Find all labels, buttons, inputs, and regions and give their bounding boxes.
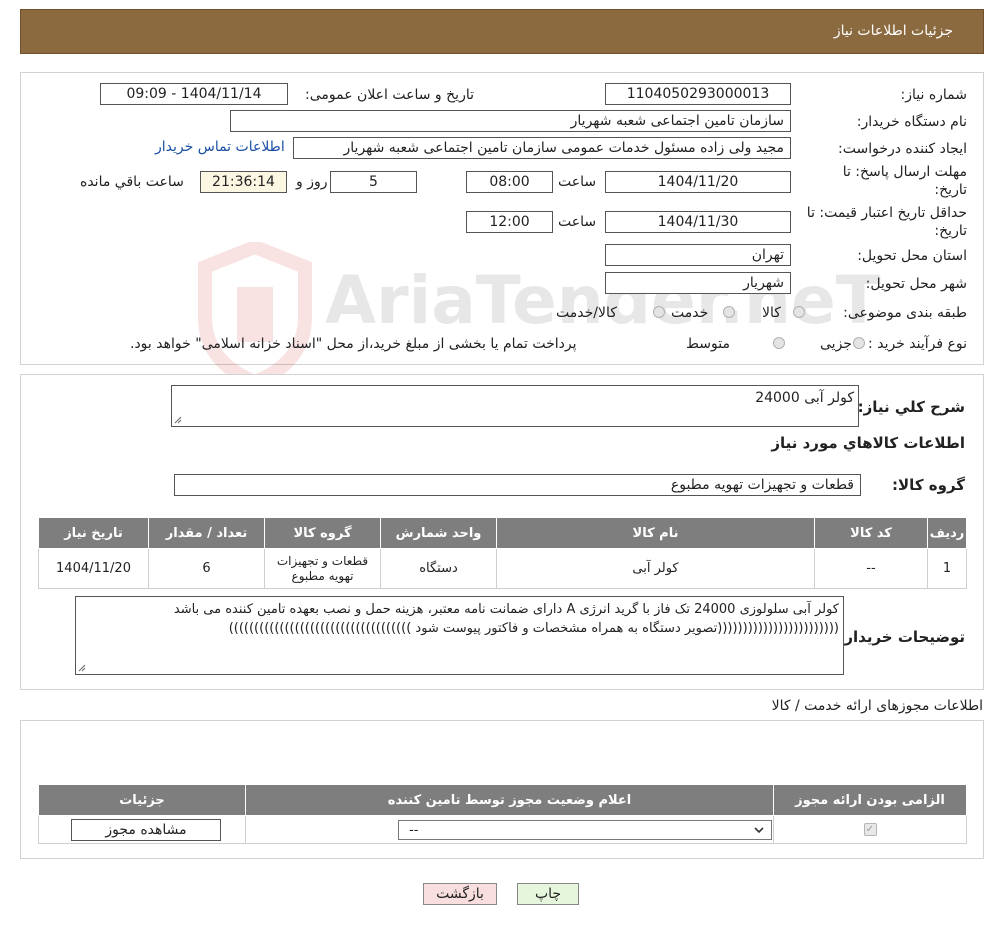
category-option-goods: کالا [762, 305, 781, 321]
permit-required-checkbox[interactable]: ✓ [863, 823, 877, 836]
resize-handle-icon[interactable] [78, 664, 86, 672]
reply-hour-label: ساعت [558, 174, 597, 190]
col-name: نام کالا [496, 517, 815, 549]
permit-required-cell: ✓ [773, 815, 967, 844]
cell-group: قطعات و تجهیزات تهویه مطبوع [264, 548, 381, 589]
buyer-notes-line-2: ((((((((((((((((((((((((تصویر دستگاه به … [228, 621, 839, 636]
table-row: ✓ -- مشاهده مجوز [38, 815, 967, 844]
announce-date-field: 1404/11/14 - 09:09 [100, 83, 288, 105]
resize-handle-icon[interactable] [174, 416, 182, 424]
city-field: شهریار [605, 272, 791, 294]
col-date: تاریخ نیاز [38, 517, 149, 549]
requester-label: ایجاد کننده درخواست: [838, 141, 967, 157]
view-permit-button[interactable]: مشاهده مجوز [71, 818, 221, 841]
summary-text: کولر آبی 24000 [755, 390, 854, 406]
cell-name: کولر آبی [496, 548, 815, 589]
validity-time-field: 12:00 [466, 211, 553, 233]
permit-details-cell: مشاهده مجوز [38, 815, 246, 844]
need-number-label: شماره نیاز: [900, 87, 968, 103]
process-radio-medium[interactable] [773, 337, 785, 349]
need-number-field: 1104050293000013 [605, 83, 791, 105]
buyer-org-label: نام دستگاه خریدار: [856, 114, 967, 130]
category-option-goods-service: کالا/خدمت [556, 305, 617, 321]
buyer-contact-link[interactable]: اطلاعات تماس خریدار [155, 139, 285, 155]
col-group: گروه کالا [264, 517, 381, 549]
validity-date-field: 1404/11/30 [605, 211, 791, 233]
price-validity-label-2: تاریخ: [934, 223, 967, 239]
province-field: تهران [605, 244, 791, 266]
goods-group-field: قطعات و تجهیزات تهویه مطبوع [174, 474, 861, 496]
reply-deadline-label: مهلت ارسال پاسخ: تا [842, 164, 967, 180]
col-permit-details: جزئیات [38, 784, 246, 816]
watermark-text: AriaTender.neT [325, 262, 881, 339]
cell-code: -- [814, 548, 928, 589]
col-unit: واحد شمارش [380, 517, 497, 549]
process-option-minor: جزیی [820, 336, 852, 352]
day-and-label: روز و [296, 174, 328, 190]
process-note: پرداخت تمام یا بخشی از مبلغ خرید،از محل … [130, 336, 577, 352]
cell-date: 1404/11/20 [38, 548, 149, 589]
buyer-org-field: سازمان تامین اجتماعی شعبه شهریار [230, 110, 791, 132]
requester-field: مجید ولی زاده مسئول خدمات عمومی سازمان ت… [293, 137, 791, 159]
city-label: شهر محل تحویل: [865, 276, 967, 292]
province-label: استان محل تحویل: [857, 248, 967, 264]
reply-time-field: 08:00 [466, 171, 553, 193]
cell-row: 1 [927, 548, 967, 589]
chevron-down-icon [754, 826, 764, 833]
category-option-service: خدمت [671, 305, 709, 321]
process-radio-minor[interactable] [853, 337, 865, 349]
process-type-label: نوع فرآیند خرید : [868, 336, 967, 352]
cell-unit: دستگاه [380, 548, 497, 589]
buyer-notes-line-1: کولر آبی سلولوزی 24000 تک فاز با گرید ان… [173, 602, 839, 617]
cell-qty: 6 [148, 548, 265, 589]
watermark-logo [198, 242, 312, 387]
buyer-notes-textarea[interactable]: کولر آبی سلولوزی 24000 تک فاز با گرید ان… [75, 596, 844, 675]
back-button[interactable]: بازگشت [423, 883, 497, 905]
goods-group-label: گروه کالا: [892, 476, 965, 494]
col-permit-required: الزامی بودن ارائه مجوز [773, 784, 967, 816]
remaining-time-field: 21:36:14 [200, 171, 287, 193]
reply-deadline-label-2: تاریخ: [934, 182, 967, 198]
table-row: 1 -- کولر آبی دستگاه قطعات و تجهیزات تهو… [38, 548, 967, 589]
buyer-notes-label: توضیحات خریدار: [838, 628, 965, 646]
permit-status-cell: -- [245, 815, 774, 844]
validity-hour-label: ساعت [558, 214, 597, 230]
print-button[interactable]: چاپ [517, 883, 579, 905]
remaining-days-field: 5 [330, 171, 417, 193]
permits-title: اطلاعات مجوزهای ارائه خدمت / کالا [771, 698, 983, 714]
goods-table: ردیف کد کالا نام کالا واحد شمارش گروه کا… [38, 517, 967, 589]
category-radio-service[interactable] [723, 306, 735, 318]
permit-select-value: -- [409, 822, 419, 838]
page-header: جزئیات اطلاعات نیاز [20, 9, 984, 54]
summary-label: شرح کلي نياز: [857, 398, 965, 416]
goods-info-title: اطلاعات کالاهاي مورد نياز [771, 434, 965, 452]
announce-date-label: تاریخ و ساعت اعلان عمومی: [305, 87, 474, 103]
col-qty: تعداد / مقدار [148, 517, 265, 549]
col-row: ردیف [927, 517, 967, 549]
reply-date-field: 1404/11/20 [605, 171, 791, 193]
category-label: طبقه بندی موضوعی: [843, 305, 967, 321]
permit-status-select[interactable]: -- [398, 819, 772, 840]
price-validity-label: حداقل تاریخ اعتبار قیمت: تا [806, 205, 967, 221]
remaining-label: ساعت باقي مانده [80, 174, 184, 190]
col-permit-status: اعلام وضعیت مجوز توسط تامین کننده [245, 784, 774, 816]
category-radio-goods-service[interactable] [653, 306, 665, 318]
process-option-medium: متوسط [686, 336, 730, 352]
page-title: جزئیات اطلاعات نیاز [833, 23, 953, 39]
col-code: کد کالا [814, 517, 928, 549]
permits-table: الزامی بودن ارائه مجوز اعلام وضعیت مجوز … [38, 784, 967, 844]
summary-textarea[interactable]: کولر آبی 24000 [171, 385, 859, 427]
category-radio-goods[interactable] [793, 306, 805, 318]
